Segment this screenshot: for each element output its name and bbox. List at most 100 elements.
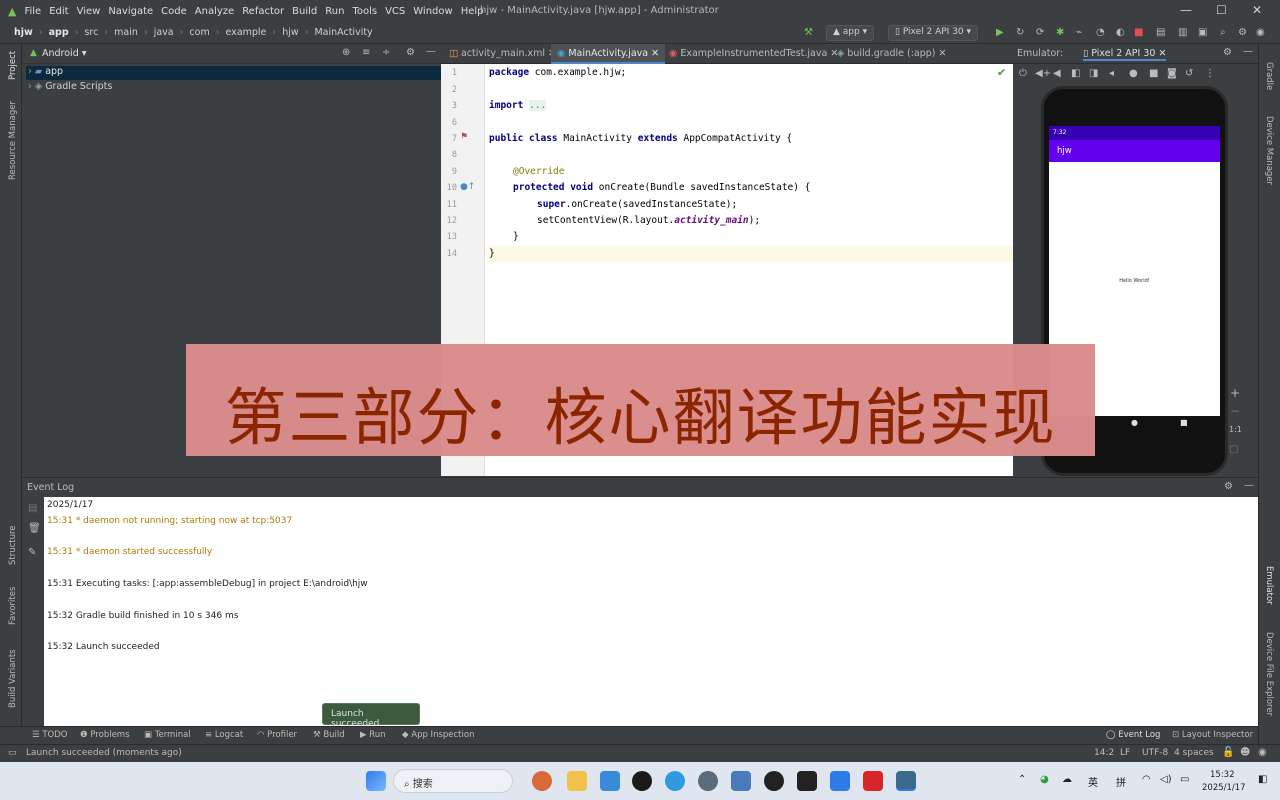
breadcrumb-example[interactable]: example	[226, 27, 267, 38]
project-view-select[interactable]: Android ▾	[42, 48, 87, 59]
maximize-icon[interactable]: ☐	[1216, 3, 1227, 17]
menu-code[interactable]: Code	[157, 6, 191, 17]
ime-lang[interactable]: 英	[1088, 774, 1098, 789]
qq-icon[interactable]	[764, 771, 784, 791]
menu-refactor[interactable]: Refactor	[238, 6, 288, 17]
close-icon[interactable]: ✕	[1252, 3, 1262, 17]
breadcrumb-src[interactable]: src	[84, 27, 98, 38]
edge-icon[interactable]	[665, 771, 685, 791]
taskbar-search[interactable]: ⌕ 搜索	[393, 769, 513, 793]
resource-manager-tab[interactable]: Resource Manager	[8, 101, 18, 180]
github-icon[interactable]	[632, 771, 652, 791]
menu-tools[interactable]: Tools	[348, 6, 381, 17]
home-icon[interactable]: ●	[1129, 68, 1138, 79]
stop-icon[interactable]: ■	[1134, 27, 1143, 38]
profile-icon[interactable]: ◔	[1096, 27, 1105, 38]
sync-icon[interactable]: ⟳	[1036, 27, 1044, 38]
tab-mainactivity-java[interactable]: ◉ MainActivity.java ✕	[551, 44, 666, 64]
photos-icon[interactable]	[731, 771, 751, 791]
launch-toast[interactable]: Launch succeeded	[322, 703, 420, 729]
menu-vcs[interactable]: VCS	[381, 6, 409, 17]
tray-expand-icon[interactable]: ⌃	[1018, 774, 1026, 785]
cloud-icon[interactable]: ☁	[1062, 774, 1072, 785]
tab-build-gradle[interactable]: ◈ build.gradle (:app) ✕	[831, 44, 953, 64]
screenshot-icon[interactable]: ◙	[1167, 68, 1177, 79]
tab-exampleinstrumentedtest-java[interactable]: ◉ ExampleInstrumentedTest.java ✕	[663, 44, 844, 64]
attach-icon[interactable]: ⌁	[1076, 27, 1082, 38]
settings-icon[interactable]: ⚙	[1238, 27, 1247, 38]
tool-todo[interactable]: ☰ TODO	[32, 730, 67, 740]
menu-file[interactable]: File	[20, 6, 45, 17]
lock-icon[interactable]: 🔓	[1222, 747, 1234, 758]
file-explorer-icon[interactable]	[567, 771, 587, 791]
locate-icon[interactable]: ⊕	[342, 47, 350, 58]
emulator-hide-icon[interactable]: —	[1243, 46, 1253, 57]
overview-icon[interactable]: ■	[1149, 68, 1158, 79]
status-panel-icon[interactable]: ▭	[8, 748, 17, 758]
battery-icon[interactable]: ▭	[1180, 774, 1189, 785]
menu-build[interactable]: Build	[288, 6, 321, 17]
menu-navigate[interactable]: Navigate	[104, 6, 157, 17]
device-manager-icon[interactable]: ▣	[1198, 27, 1207, 38]
line-separator[interactable]: LF	[1120, 748, 1130, 758]
device-recents-button[interactable]: ■	[1180, 418, 1188, 427]
breadcrumb-hjw-pkg[interactable]: hjw	[282, 27, 298, 38]
menu-edit[interactable]: Edit	[45, 6, 72, 17]
menu-view[interactable]: View	[73, 6, 105, 17]
youdao-icon[interactable]	[863, 771, 883, 791]
inspector-icon[interactable]: ☻	[1240, 747, 1250, 758]
tool-logcat[interactable]: ≡ Logcat	[205, 730, 243, 740]
volume-down-icon[interactable]: ◀	[1053, 68, 1061, 79]
rotate-left-icon[interactable]: ◧	[1071, 68, 1080, 79]
log-settings-icon[interactable]: ⚙	[1224, 481, 1233, 492]
clock-time[interactable]: 15:32	[1210, 770, 1235, 780]
tool-problems[interactable]: ❶ Problems	[80, 730, 130, 740]
zoom-out-icon[interactable]: −	[1230, 404, 1240, 418]
tool-app-inspection[interactable]: ◆ App Inspection	[402, 730, 474, 740]
menu-run[interactable]: Run	[321, 6, 348, 17]
power-icon[interactable]: ⏻	[1019, 68, 1027, 79]
breadcrumb-main[interactable]: main	[114, 27, 138, 38]
tray-app-icon[interactable]: ◕	[1040, 774, 1049, 785]
menu-window[interactable]: Window	[409, 6, 456, 17]
project-tool-tab[interactable]: Project	[8, 51, 18, 80]
zoom-1to1-button[interactable]: 1:1	[1229, 425, 1242, 434]
override-marker-icon[interactable]: ●↑	[460, 182, 475, 192]
memory-icon[interactable]: ◉	[1258, 747, 1267, 758]
caret-position[interactable]: 14:2	[1094, 748, 1114, 758]
more-icon[interactable]: ⋮	[1205, 68, 1215, 79]
account-icon[interactable]: ◉	[1256, 27, 1265, 38]
clock-date[interactable]: 2025/1/17	[1202, 783, 1246, 793]
favorites-tab[interactable]: Favorites	[8, 587, 18, 625]
hammer-icon[interactable]: ⚒	[804, 27, 813, 38]
hide-panel-icon[interactable]: —	[426, 46, 436, 57]
ime-mode[interactable]: 拼	[1116, 774, 1126, 789]
breadcrumb-mainactivity[interactable]: MainActivity	[314, 27, 372, 38]
start-icon[interactable]	[366, 771, 386, 791]
tool-profiler[interactable]: ◠ Profiler	[257, 730, 297, 740]
zoom-in-icon[interactable]: +	[1230, 386, 1240, 400]
run-config-select[interactable]: ▲ app ▾	[826, 25, 875, 41]
tool-layout-inspector[interactable]: ⊡ Layout Inspector	[1172, 730, 1253, 740]
collapse-all-icon[interactable]: ÷	[382, 47, 390, 58]
sdk-manager-icon[interactable]: ▥	[1178, 27, 1187, 38]
device-home-button[interactable]: ●	[1131, 418, 1138, 427]
store-icon[interactable]	[600, 771, 620, 791]
breadcrumb-hjw[interactable]: hjw	[14, 27, 33, 38]
tab-activity-main-xml[interactable]: ◫ activity_main.xml ✕	[443, 44, 562, 64]
build-variants-tab[interactable]: Build Variants	[8, 649, 18, 708]
widget-icon[interactable]	[532, 771, 552, 791]
emulator-tab[interactable]: Emulator	[1264, 566, 1274, 605]
structure-tab[interactable]: Structure	[8, 525, 18, 565]
tiktok-icon[interactable]	[797, 771, 817, 791]
run-icon[interactable]: ▶	[996, 27, 1004, 38]
clear-log-icon[interactable]: 🗑	[28, 523, 41, 534]
menu-analyze[interactable]: Analyze	[191, 6, 238, 17]
apply-changes-icon[interactable]: ↻	[1016, 27, 1024, 38]
minimize-icon[interactable]: —	[1180, 3, 1192, 17]
gear-icon[interactable]: ⚙	[406, 47, 415, 58]
log-hide-icon[interactable]: —	[1244, 480, 1254, 491]
notification-icon[interactable]: ◧	[1258, 774, 1267, 785]
device-file-explorer-tab[interactable]: Device File Explorer	[1264, 632, 1274, 716]
mark-read-icon[interactable]: ▤	[28, 503, 37, 514]
